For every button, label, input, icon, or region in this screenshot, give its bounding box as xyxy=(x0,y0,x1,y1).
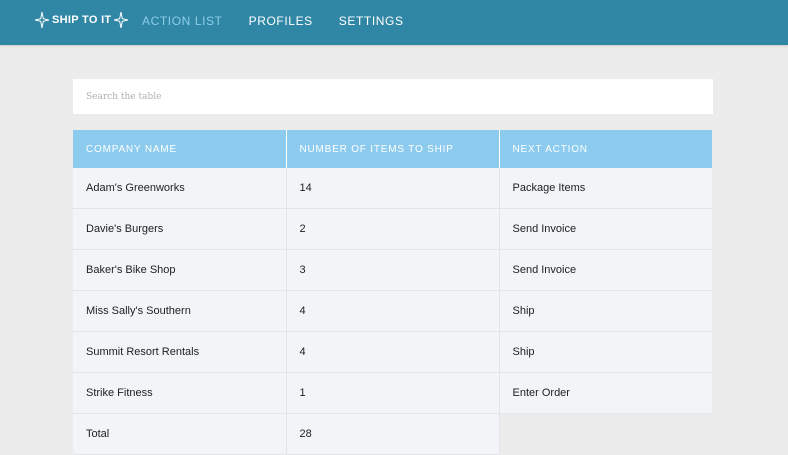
table-row[interactable]: Adam's Greenworks 14 Package Items xyxy=(73,168,712,209)
column-header-items-to-ship[interactable]: NUMBER OF ITEMS TO SHIP xyxy=(286,130,500,168)
top-navigation-bar: SHIP TO IT ACTION LIST PROFILES SETTINGS xyxy=(0,0,788,45)
next-action-cell: Ship xyxy=(499,331,712,373)
next-action-cell: Enter Order xyxy=(499,372,712,414)
column-header-next-action[interactable]: NEXT ACTION xyxy=(499,130,712,168)
next-action-cell: Package Items xyxy=(499,168,712,209)
table-row[interactable]: Miss Sally's Southern 4 Ship xyxy=(73,290,712,332)
items-cell: 14 xyxy=(286,168,500,209)
action-table: COMPANY NAME NUMBER OF ITEMS TO SHIP NEX… xyxy=(73,130,712,455)
items-cell: 3 xyxy=(286,249,500,291)
compass-star-left-icon xyxy=(35,12,49,28)
company-cell: Adam's Greenworks xyxy=(73,168,287,209)
company-cell: Miss Sally's Southern xyxy=(73,290,287,332)
company-cell: Baker's Bike Shop xyxy=(73,249,287,291)
next-action-cell: Send Invoice xyxy=(499,249,712,291)
company-cell: Davie's Burgers xyxy=(73,208,287,250)
company-cell: Strike Fitness xyxy=(73,372,287,414)
items-cell: 2 xyxy=(286,208,500,250)
nav-item-profiles[interactable]: PROFILES xyxy=(249,14,313,28)
items-cell: 1 xyxy=(286,372,500,414)
table-header-row: COMPANY NAME NUMBER OF ITEMS TO SHIP NEX… xyxy=(73,130,712,168)
total-row: Total 28 xyxy=(73,413,712,455)
company-cell: Summit Resort Rentals xyxy=(73,331,287,373)
app-logo-text: SHIP TO IT xyxy=(52,14,112,26)
table-row[interactable]: Strike Fitness 1 Enter Order xyxy=(73,372,712,414)
table-row[interactable]: Baker's Bike Shop 3 Send Invoice xyxy=(73,249,712,291)
nav-item-action-list[interactable]: ACTION LIST xyxy=(142,14,223,28)
app-logo[interactable]: SHIP TO IT xyxy=(35,11,129,29)
main-nav: ACTION LIST PROFILES SETTINGS xyxy=(142,14,430,28)
items-cell: 4 xyxy=(286,290,500,332)
compass-star-right-icon xyxy=(114,12,129,28)
nav-item-settings[interactable]: SETTINGS xyxy=(339,14,404,28)
column-header-company-name[interactable]: COMPANY NAME xyxy=(73,130,287,168)
next-action-cell: Ship xyxy=(499,290,712,332)
total-empty-cell xyxy=(499,413,712,455)
table-row[interactable]: Davie's Burgers 2 Send Invoice xyxy=(73,208,712,250)
total-items-value: 28 xyxy=(286,413,500,455)
next-action-cell: Send Invoice xyxy=(499,208,712,250)
items-cell: 4 xyxy=(286,331,500,373)
search-input[interactable] xyxy=(73,79,713,114)
table-row[interactable]: Summit Resort Rentals 4 Ship xyxy=(73,331,712,373)
total-label: Total xyxy=(73,413,287,455)
